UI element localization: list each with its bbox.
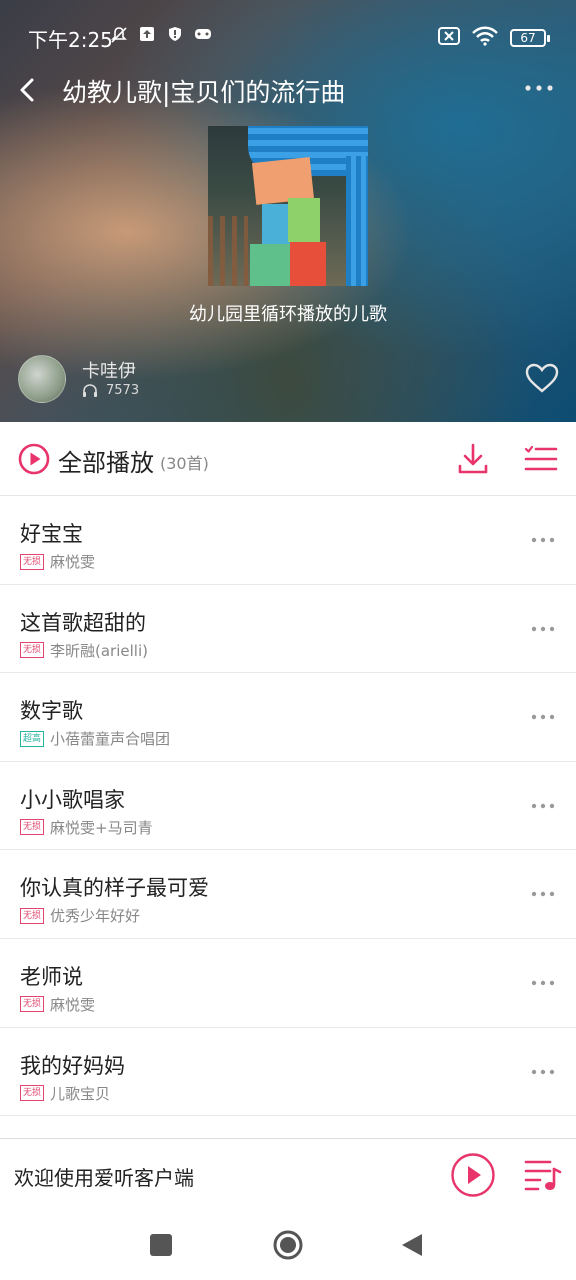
song-title: 好宝宝 — [20, 522, 83, 546]
more-dots-icon — [531, 980, 555, 986]
song-more-button[interactable] — [530, 707, 556, 727]
playlist-description: 幼儿园里循环播放的儿歌 — [189, 304, 387, 325]
song-row[interactable]: 小小歌唱家 无损 麻悦雯+马司青 — [0, 762, 576, 851]
status-time: 下午2:25 — [28, 28, 113, 52]
playlist-cover[interactable] — [208, 126, 368, 286]
play-count-value: 7573 — [106, 383, 140, 398]
headphones-icon — [83, 383, 97, 397]
mini-play-button[interactable] — [450, 1152, 496, 1198]
song-more-button[interactable] — [530, 530, 556, 550]
back-button[interactable] — [14, 74, 42, 106]
status-bar: 下午2:25 67 — [0, 20, 576, 52]
more-dots-icon — [525, 85, 553, 91]
heart-icon — [525, 363, 559, 393]
mini-player[interactable]: 欢迎使用爱听客户端 — [0, 1138, 576, 1210]
more-dots-icon — [531, 626, 555, 631]
song-row[interactable]: 好宝宝 无损 麻悦雯 — [0, 496, 576, 585]
page-title: 幼教儿歌|宝贝们的流行曲 — [62, 78, 346, 107]
song-list: 好宝宝 无损 麻悦雯 这首歌超甜的 无损 李昕融(arielli) 数字歌 超高… — [0, 496, 576, 1117]
song-artist: 麻悦雯 — [50, 995, 96, 1014]
author-avatar[interactable] — [18, 355, 66, 403]
play-all-bar: 全部播放 (30首) — [0, 422, 576, 496]
playlist-header: 下午2:25 67 幼教儿歌|宝贝们的流行曲 幼儿园里循环播放的儿歌 卡哇伊 7… — [0, 0, 576, 422]
gamepad-icon — [194, 26, 212, 44]
upload-icon — [138, 26, 156, 44]
sim-off-icon — [438, 27, 460, 49]
song-title: 这首歌超甜的 — [20, 610, 146, 635]
home-circle-icon — [273, 1230, 303, 1260]
quality-badge: 无损 — [20, 553, 45, 570]
play-circle-icon — [18, 443, 50, 475]
song-row[interactable]: 我的好妈妈 无损 儿歌宝贝 — [0, 1028, 576, 1117]
quality-badge: 无损 — [20, 1085, 45, 1102]
home-button[interactable] — [272, 1229, 304, 1261]
song-count: (30首) — [160, 454, 209, 473]
quality-badge: 无损 — [20, 907, 45, 924]
song-more-button[interactable] — [530, 973, 556, 993]
song-artist: 小蓓蕾童声合唱团 — [50, 730, 171, 749]
play-circle-icon — [451, 1153, 495, 1197]
play-all-button[interactable] — [18, 443, 50, 475]
song-artist: 优秀少年好好 — [50, 907, 141, 926]
author-name[interactable]: 卡哇伊 — [82, 357, 136, 383]
song-more-button[interactable] — [530, 1062, 556, 1082]
download-icon — [458, 443, 488, 474]
play-all-label[interactable]: 全部播放 — [58, 443, 154, 478]
play-count: 7573 — [82, 383, 139, 398]
song-title: 小小歌唱家 — [20, 787, 125, 812]
song-title: 你认真的样子最可爱 — [20, 876, 209, 901]
recents-button[interactable] — [150, 1234, 172, 1256]
more-dots-icon — [531, 892, 555, 897]
quality-badge: 无损 — [20, 642, 45, 659]
song-row[interactable]: 数字歌 超高 小蓓蕾童声合唱团 — [0, 673, 576, 762]
quality-badge: 超高 — [20, 730, 45, 747]
song-artist: 麻悦雯+马司青 — [50, 818, 153, 837]
mini-player-text: 欢迎使用爱听客户端 — [14, 1166, 194, 1190]
playlist-music-icon — [524, 1160, 562, 1191]
song-row[interactable]: 老师说 无损 麻悦雯 — [0, 939, 576, 1028]
battery-icon: 67 — [510, 29, 550, 47]
chevron-left-icon — [20, 78, 34, 102]
song-more-button[interactable] — [530, 796, 556, 816]
back-triangle-icon — [402, 1234, 422, 1256]
quality-badge: 无损 — [20, 819, 45, 836]
song-artist: 李昕融(arielli) — [50, 641, 148, 660]
system-back-button[interactable] — [400, 1232, 424, 1258]
shield-icon — [166, 26, 184, 44]
song-artist: 儿歌宝贝 — [50, 1084, 111, 1103]
top-bar: 幼教儿歌|宝贝们的流行曲 — [0, 66, 576, 114]
wifi-icon — [472, 26, 498, 50]
song-title: 老师说 — [20, 964, 83, 989]
song-title: 数字歌 — [20, 699, 83, 724]
song-title: 我的好妈妈 — [20, 1053, 125, 1078]
song-row[interactable]: 你认真的样子最可爱 无损 优秀少年好好 — [0, 850, 576, 939]
play-queue-button[interactable] — [524, 1157, 562, 1193]
mute-icon — [110, 26, 128, 44]
more-dots-icon — [531, 714, 555, 720]
system-navigation-bar — [0, 1210, 576, 1280]
song-more-button[interactable] — [530, 884, 556, 904]
favorite-button[interactable] — [524, 362, 560, 394]
more-options-button[interactable] — [524, 76, 554, 100]
song-more-button[interactable] — [530, 619, 556, 639]
more-dots-icon — [531, 1069, 555, 1074]
song-artist: 麻悦雯 — [50, 553, 96, 571]
more-dots-icon — [531, 537, 555, 543]
song-row[interactable]: 这首歌超甜的 无损 李昕融(arielli) — [0, 585, 576, 674]
list-check-icon — [524, 445, 558, 471]
download-button[interactable] — [456, 442, 490, 476]
batch-manage-button[interactable] — [524, 444, 558, 474]
more-dots-icon — [531, 803, 555, 808]
quality-badge: 无损 — [20, 996, 45, 1013]
